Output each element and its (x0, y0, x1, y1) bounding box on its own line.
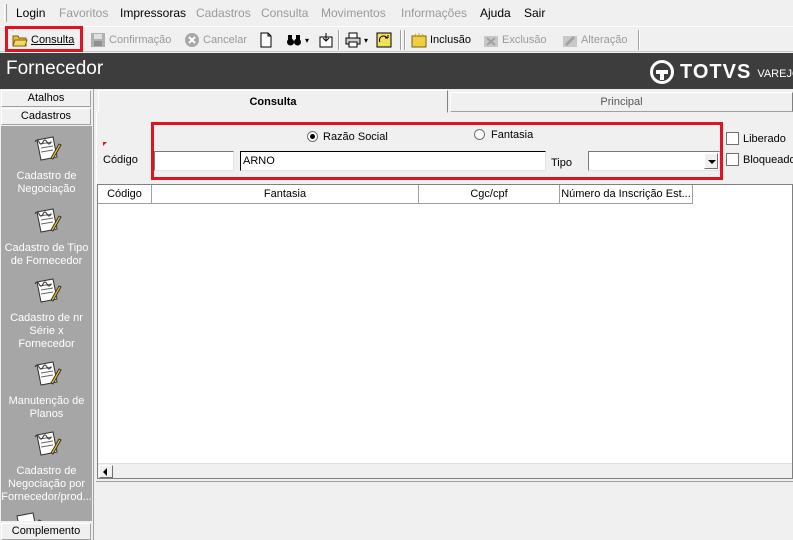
search-fields-highlight (151, 122, 723, 180)
notepad-pencil-icon (11, 510, 43, 521)
toolbar: Consulta Confirmação Cancelar ▾ ▾ Inclus… (0, 26, 793, 52)
notepad-pencil-icon (31, 276, 63, 308)
notepad-pencil-icon (31, 359, 63, 391)
liberado-checkbox[interactable] (726, 132, 739, 145)
tab-consulta[interactable]: Consulta (98, 90, 448, 113)
new-document-icon (258, 32, 274, 48)
menu-cadastros[interactable]: Cadastros (196, 6, 251, 20)
menu-informacoes[interactable]: Informações (401, 6, 467, 20)
menu-bar: Login Favoritos Impressoras Cadastros Co… (0, 0, 793, 26)
notepad-pencil-icon (31, 429, 63, 461)
bottom-panel (96, 481, 793, 540)
sidebar-item-label: Cadastro de Negociação (16, 170, 77, 195)
bloqueado-checkbox[interactable] (726, 153, 739, 166)
dropdown-arrow-icon[interactable]: ▾ (305, 36, 309, 45)
alteracao-button[interactable]: Alteração (562, 31, 627, 49)
cancelar-button[interactable]: Cancelar (184, 31, 247, 49)
sidebar-item-manutencao-planos[interactable]: Manutenção de Planos (1, 359, 92, 421)
inclusao-button[interactable]: Inclusão (411, 31, 471, 49)
refresh-icon (376, 32, 392, 48)
notepad-pencil-icon (31, 134, 63, 166)
export-button[interactable] (318, 31, 337, 49)
search-form: Código Razão Social Fantasia Tipo Libera… (96, 111, 793, 183)
inclusao-label: Inclusão (430, 34, 471, 46)
window-titlebar: Fornecedor TOTVS VAREJO (0, 53, 793, 89)
results-grid[interactable]: Código Fantasia Cgc/cpf Número da Inscri… (97, 184, 793, 479)
menu-movimentos[interactable]: Movimentos (321, 6, 386, 20)
liberado-label: Liberado (743, 133, 786, 145)
cancel-icon (184, 32, 200, 48)
export-icon (318, 32, 334, 48)
column-header-cgc-cpf[interactable]: Cgc/cpf (419, 185, 560, 204)
brand-sub: VAREJO (757, 68, 793, 80)
toolbar-separator (638, 30, 640, 50)
exclusao-button[interactable]: Exclusão (483, 31, 547, 49)
sidebar-panel: Cadastro de Negociação Cadastro de Tipo … (1, 126, 92, 521)
horizontal-scrollbar[interactable] (98, 463, 792, 478)
printer-icon (345, 32, 361, 48)
menu-grip (4, 4, 7, 22)
required-marker (103, 142, 107, 146)
scroll-left-button[interactable] (99, 465, 113, 478)
new-document-button[interactable] (258, 31, 277, 49)
menu-sair[interactable]: Sair (524, 6, 545, 20)
print-dropdown-arrow-icon[interactable]: ▾ (364, 36, 368, 45)
sidebar-atalhos-header[interactable]: Atalhos (1, 90, 91, 107)
sidebar-item-label: Manutenção de Planos (8, 395, 85, 420)
notepad-pencil-icon (31, 206, 63, 238)
sidebar-cadastros-header[interactable]: Cadastros (1, 108, 91, 125)
consulta-highlight (5, 26, 83, 52)
column-header-codigo[interactable]: Código (98, 185, 152, 204)
add-record-icon (411, 32, 427, 48)
refresh-button[interactable] (376, 31, 395, 49)
tab-strip: Consulta Principal (96, 90, 793, 113)
delete-record-icon (483, 32, 499, 48)
sidebar-item-label: Cadastro de Tipo de Fornecedor (4, 242, 89, 267)
sidebar-item-cadastro-tipo-fornecedor[interactable]: Cadastro de Tipo de Fornecedor (1, 206, 92, 268)
sidebar-item-label: Cadastro de Negociação por Fornecedor/pr… (1, 465, 92, 503)
brand-name: TOTVS (680, 60, 752, 83)
sidebar-item-negociacao-fornecedor-prod[interactable]: Cadastro de Negociação por Fornecedor/pr… (1, 429, 92, 504)
toolbar-separator (404, 30, 406, 50)
tab-principal[interactable]: Principal (450, 92, 793, 112)
menu-login[interactable]: Login (16, 6, 45, 20)
sidebar-item-label: Cadastro de nr Série x Fornecedor (10, 312, 83, 350)
menu-favoritos[interactable]: Favoritos (59, 6, 108, 20)
bloqueado-label: Bloqueado (743, 154, 793, 166)
search-button[interactable]: ▾ (286, 31, 309, 49)
alteracao-label: Alteração (581, 34, 628, 46)
window-title: Fornecedor (6, 58, 104, 79)
confirmacao-label: Confirmação (109, 34, 172, 46)
cancelar-label: Cancelar (203, 34, 248, 46)
menu-ajuda[interactable]: Ajuda (480, 6, 511, 20)
codigo-label: Código (103, 154, 138, 166)
print-button[interactable]: ▾ (345, 31, 368, 49)
exclusao-label: Exclusão (502, 34, 547, 46)
sidebar-item-cadastro-nr-serie[interactable]: Cadastro de nr Série x Fornecedor (1, 276, 92, 351)
totvs-logo: TOTVS VAREJO (650, 59, 793, 85)
menu-impressoras[interactable]: Impressoras (120, 6, 186, 20)
column-header-fantasia[interactable]: Fantasia (152, 185, 419, 204)
sidebar-complemento-header[interactable]: Complemento (1, 523, 91, 540)
sidebar-item-cadastro-negociacao[interactable]: Cadastro de Negociação (1, 134, 92, 196)
save-icon (90, 32, 106, 48)
menu-consulta[interactable]: Consulta (261, 6, 308, 20)
toolbar-separator (338, 30, 340, 50)
column-header-inscricao-estadual[interactable]: Número da Inscrição Est... (560, 185, 693, 204)
sidebar-item-partial[interactable] (1, 510, 72, 521)
totvs-logo-icon (650, 60, 674, 84)
toolbar-separator (400, 30, 402, 50)
edit-record-icon (562, 32, 578, 48)
confirmacao-button[interactable]: Confirmação (90, 31, 171, 49)
binoculars-icon (286, 32, 302, 48)
sidebar: Atalhos Cadastros Cadastro de Negociação… (0, 89, 94, 540)
